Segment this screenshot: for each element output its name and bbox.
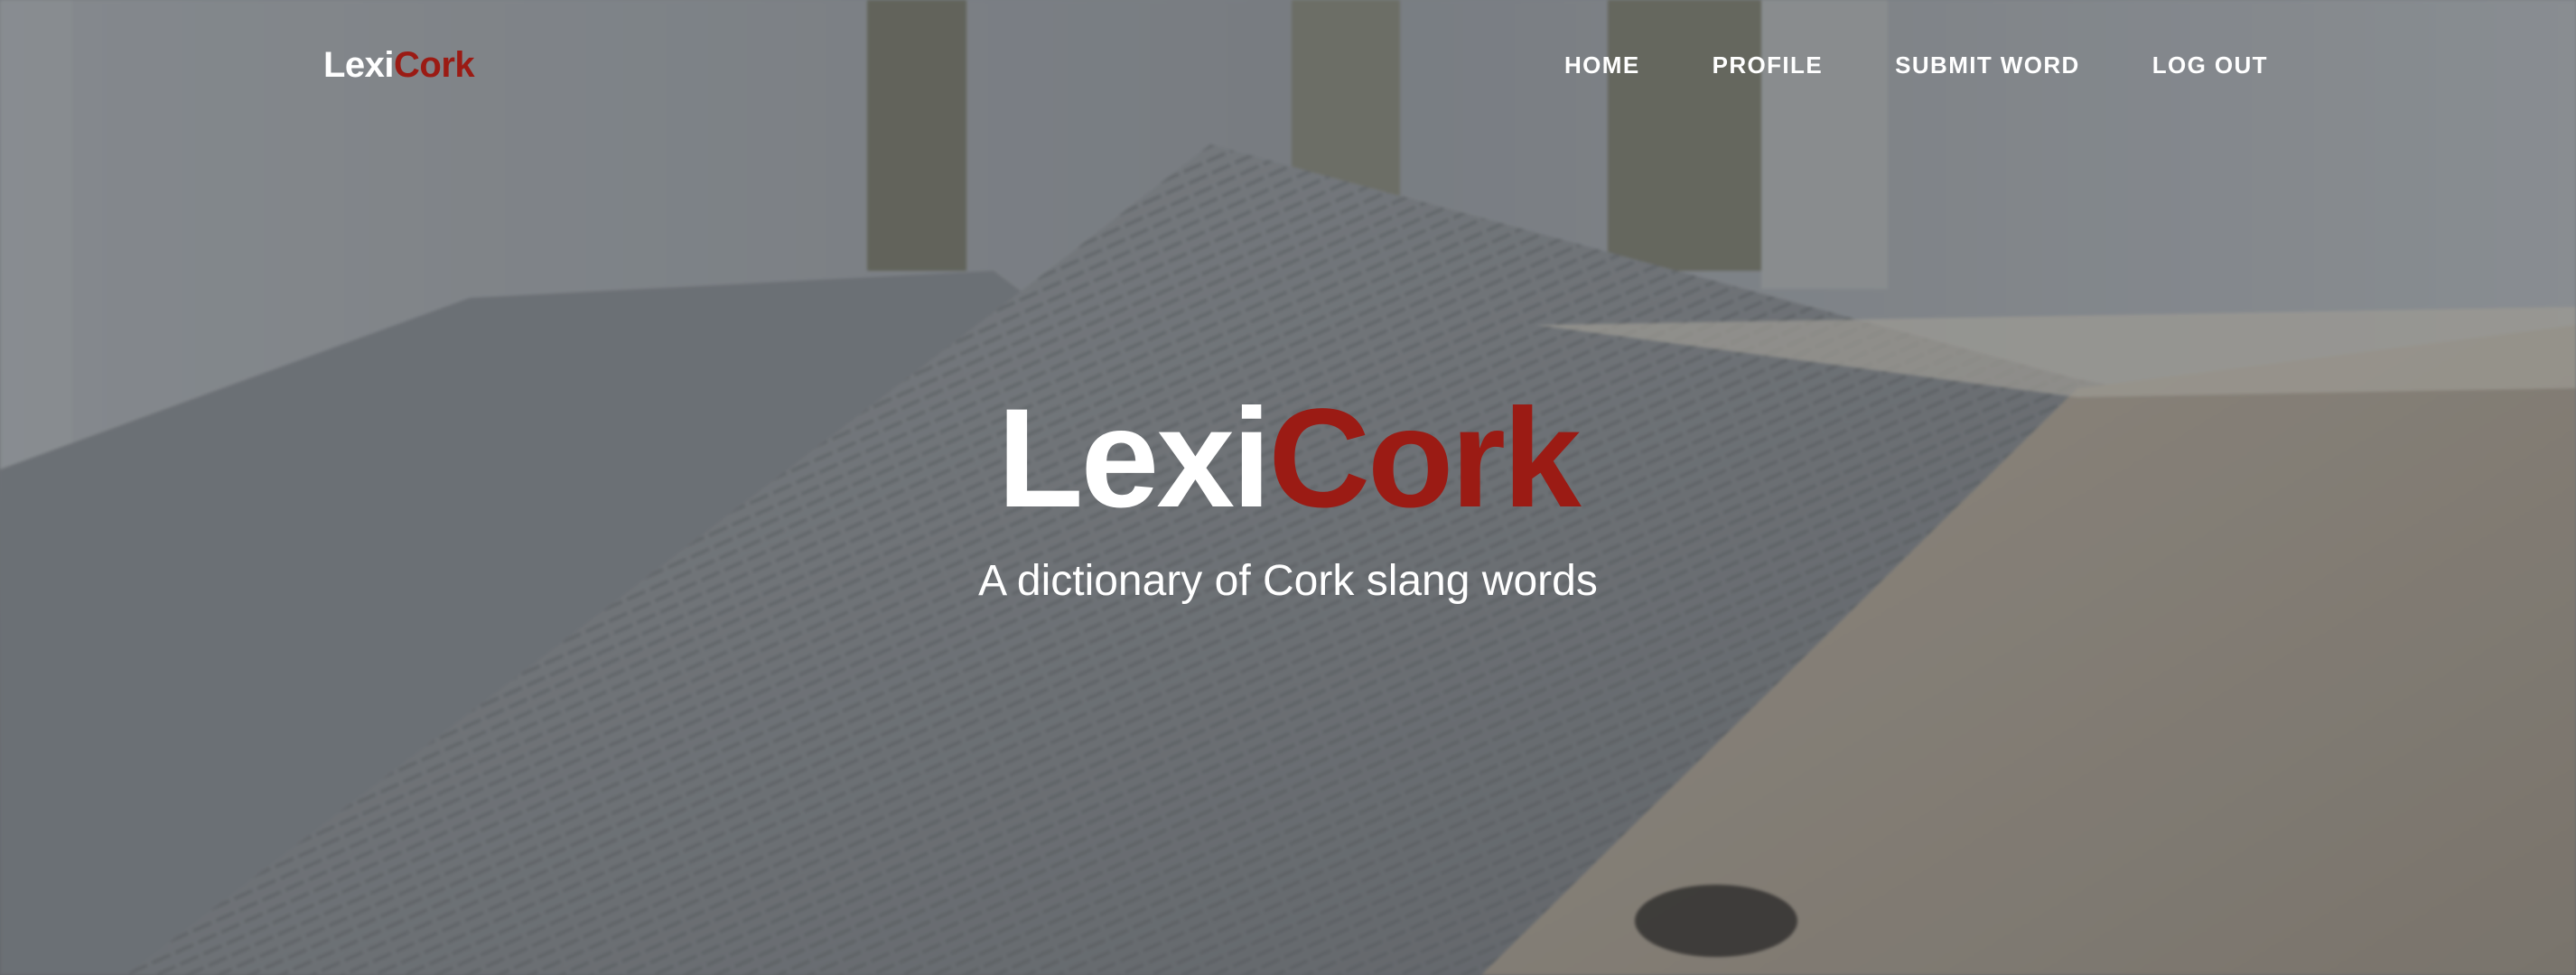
nav-profile-link[interactable]: PROFILE <box>1713 49 1823 81</box>
brand-accent: Cork <box>394 45 475 85</box>
nav-links: HOME PROFILE SUBMIT WORD LOG OUT <box>1564 49 2268 81</box>
nav-submit-word-link[interactable]: SUBMIT WORD <box>1895 49 2080 81</box>
brand-primary: Lexi <box>323 45 395 85</box>
nav-home-link[interactable]: HOME <box>1564 49 1640 81</box>
brand-logo[interactable]: LexiCork <box>323 43 475 87</box>
hero-title: LexiCork <box>0 377 2576 540</box>
hero-title-primary: Lexi <box>997 380 1271 537</box>
navbar: LexiCork HOME PROFILE SUBMIT WORD LOG OU… <box>0 0 2576 130</box>
hero-subtitle: A dictionary of Cork slang words <box>978 557 1598 605</box>
nav-logout-link[interactable]: LOG OUT <box>2152 49 2268 81</box>
hero-title-accent: Cork <box>1268 380 1581 537</box>
hero-section: LexiCork HOME PROFILE SUBMIT WORD LOG OU… <box>0 0 2576 975</box>
